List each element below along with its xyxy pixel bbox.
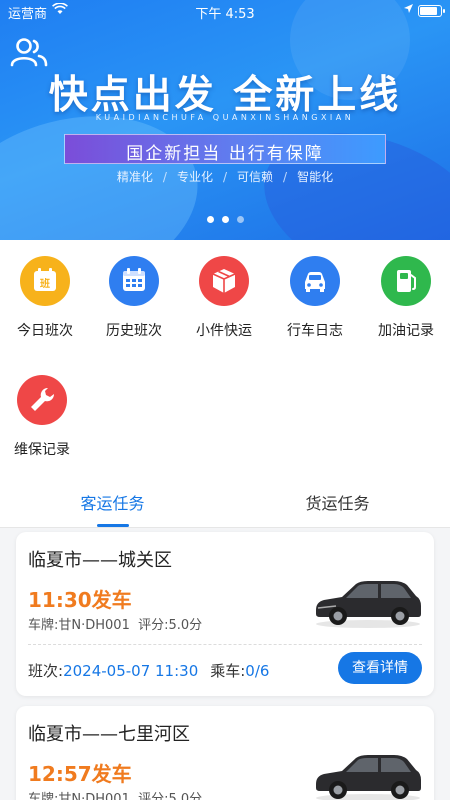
menu-today-shifts[interactable]: 班 今日班次 [0, 256, 90, 340]
vehicle-info: 车牌:甘N·DH001 评分:5.0分 [28, 614, 202, 633]
banner-slogan: 国企新担当 出行有保障 [126, 144, 324, 164]
banner-tags: 精准化 / 专业化 / 可信赖 / 智能化 [116, 170, 334, 184]
departure-time: 12:57发车 [28, 762, 132, 786]
main-panel: 班 今日班次 历史班次 小件快运 行车日志 加油记录 维保记录 客运任务 货运任… [0, 240, 450, 528]
menu-parcel-express[interactable]: 小件快运 [179, 256, 269, 340]
promo-banner[interactable]: 运营商 下午 4:53 快点出发 全新上线 KUAIDIANCHUFA QUAN… [0, 0, 450, 240]
banner-tag: 智能化 [297, 170, 334, 184]
carousel-dot[interactable] [206, 216, 214, 223]
menu-label: 加油记录 [378, 323, 434, 339]
clock: 下午 4:53 [195, 7, 255, 22]
schedule-datetime: 2024-05-07 11:30 [63, 662, 199, 680]
svg-text:班: 班 [40, 277, 50, 290]
active-tab-indicator [97, 524, 129, 527]
vehicle-info: 车牌:甘N·DH001 评分:5.0分 [28, 788, 202, 800]
location-arrow-icon [403, 3, 414, 17]
plate-number: 车牌:甘N·DH001 [28, 792, 130, 800]
departure-time: 11:30发车 [28, 588, 132, 612]
rating: 评分:5.0分 [138, 618, 203, 633]
passenger-count: 0/6 [245, 662, 270, 680]
fuel-pump-icon [381, 256, 431, 306]
menu-history-shifts[interactable]: 历史班次 [89, 256, 179, 340]
calendar-grid-icon [109, 256, 159, 306]
schedule-info: 班次:2024-05-07 11:30 乘车:0/6 [28, 662, 270, 680]
plate-number: 车牌:甘N·DH001 [28, 618, 130, 633]
menu-label: 小件快运 [196, 323, 252, 339]
route-title: 临夏市——七里河区 [28, 724, 190, 745]
status-bar: 运营商 下午 4:53 [0, 0, 450, 22]
wrench-icon [17, 375, 67, 425]
task-card[interactable]: 临夏市——七里河区 12:57发车 车牌:甘N·DH001 评分:5.0分 [16, 706, 434, 800]
task-tabs: 客运任务 货运任务 [0, 472, 450, 528]
banner-pinyin: KUAIDIANCHUFA QUANXINSHANGXIAN [95, 113, 355, 122]
calendar-today-icon: 班 [20, 256, 70, 306]
task-card[interactable]: 临夏市——城关区 11:30发车 车牌:甘N·DH001 评分:5.0分 班次:… [16, 532, 434, 696]
menu-label: 维保记录 [14, 442, 70, 458]
vehicle-image [316, 581, 421, 628]
tab-passenger-tasks[interactable]: 客运任务 [0, 490, 225, 514]
carousel-indicator [0, 216, 450, 223]
package-icon [199, 256, 249, 306]
carousel-dot[interactable] [221, 216, 229, 223]
banner-tag: 专业化 [176, 170, 213, 184]
car-icon [290, 256, 340, 306]
menu-label: 历史班次 [106, 323, 162, 339]
menu-maintenance-records[interactable]: 维保记录 [0, 375, 87, 459]
carousel-dot[interactable] [236, 216, 244, 223]
banner-title: 快点出发 全新上线 [48, 73, 402, 118]
tab-freight-tasks[interactable]: 货运任务 [225, 490, 450, 514]
menu-label: 行车日志 [287, 323, 343, 339]
menu-fuel-records[interactable]: 加油记录 [361, 256, 450, 340]
banner-tag: 可信赖 [237, 170, 274, 184]
vehicle-image [316, 755, 421, 800]
menu-driving-log[interactable]: 行车日志 [270, 256, 360, 340]
rating: 评分:5.0分 [138, 792, 203, 800]
card-divider [28, 644, 422, 645]
banner-tag: 精准化 [116, 170, 153, 184]
menu-label: 今日班次 [17, 323, 73, 339]
battery-icon [418, 5, 445, 17]
banner-slogan-box: 国企新担当 出行有保障 [64, 134, 386, 164]
route-title: 临夏市——城关区 [28, 550, 172, 571]
view-details-button[interactable]: 查看详情 [338, 652, 422, 684]
